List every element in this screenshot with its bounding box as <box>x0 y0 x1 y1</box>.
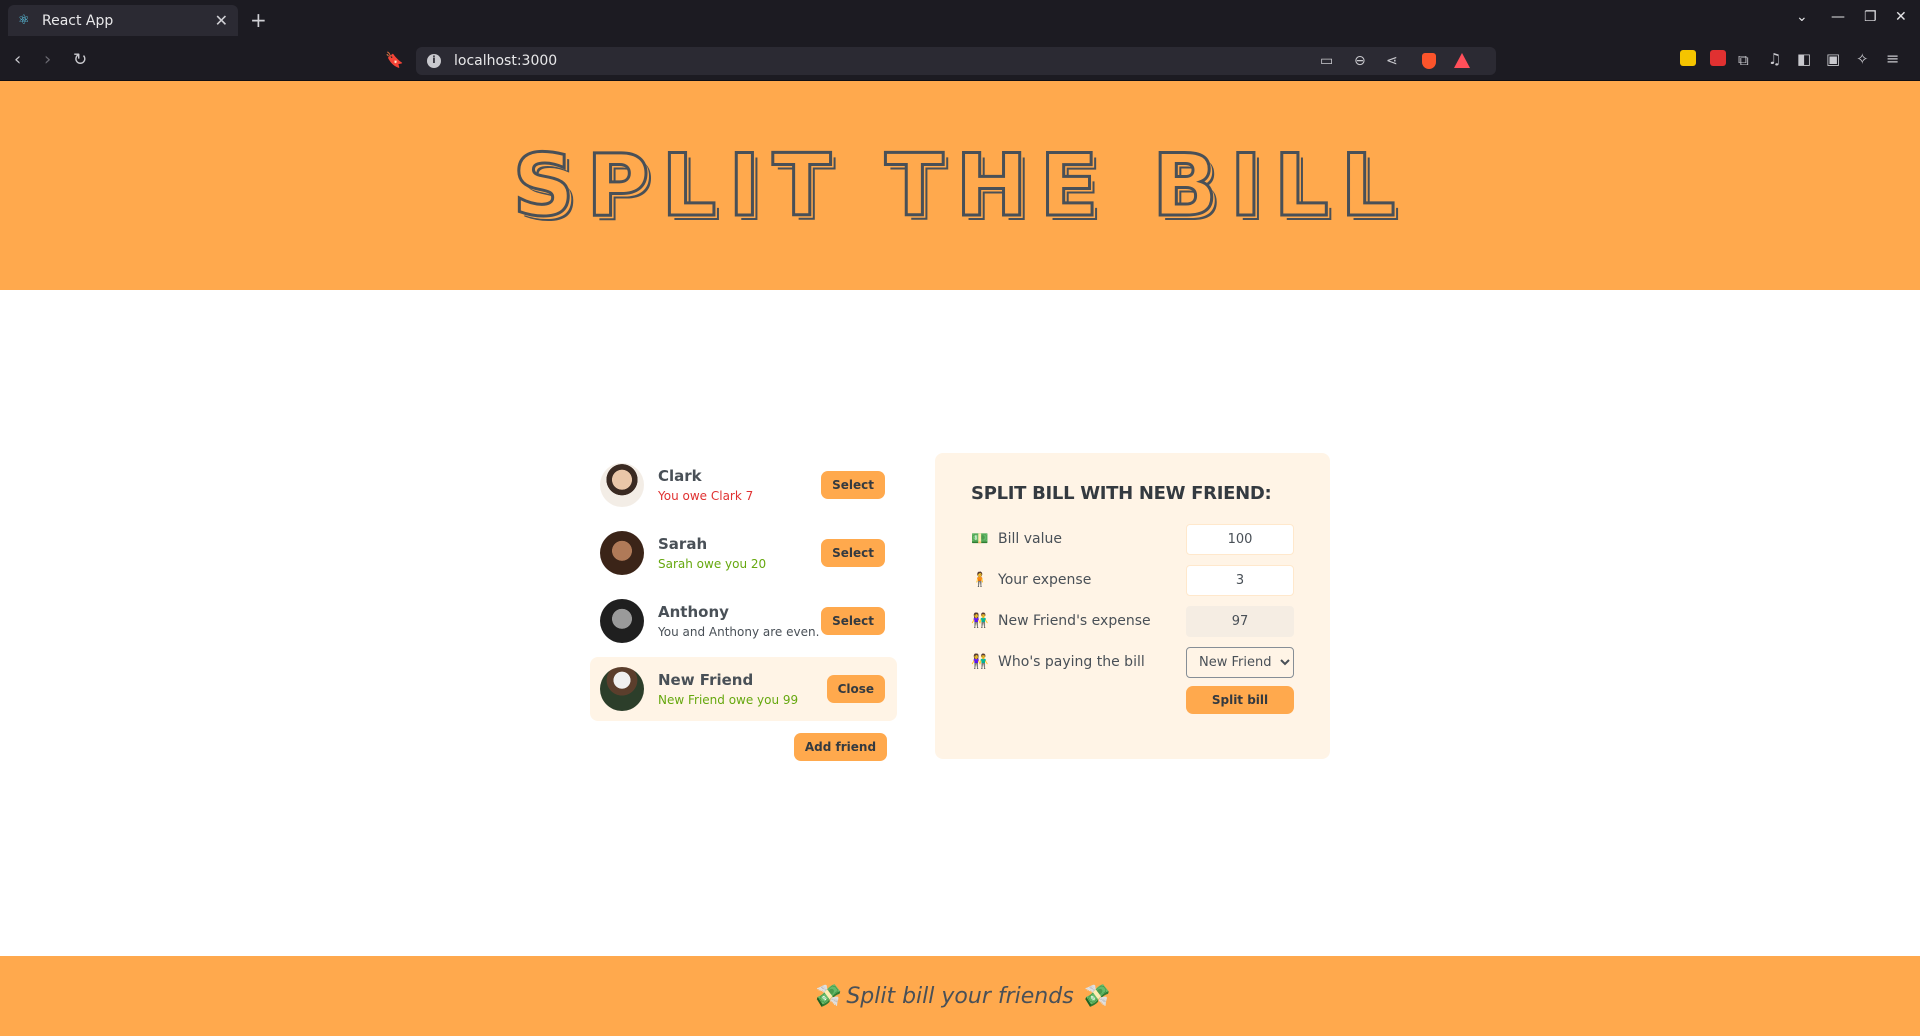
form-title: SPLIT BILL WITH NEW FRIEND: <box>971 483 1272 504</box>
friends-sidebar: Clark You owe Clark 7 Select Sarah Sarah… <box>590 453 898 761</box>
your-expense-row: 🧍 Your expense <box>971 563 1294 597</box>
react-atom-icon: ⚛ <box>18 12 30 28</box>
payer-label: Who's paying the bill <box>998 654 1145 670</box>
split-bill-form: SPLIT BILL WITH NEW FRIEND: 💵 Bill value… <box>935 453 1330 759</box>
avatar <box>600 667 644 711</box>
zoom-icon[interactable]: ⊖ <box>1354 53 1366 69</box>
minimize-icon[interactable]: — <box>1831 9 1845 25</box>
sidebar-toggle-icon[interactable]: ◧ <box>1797 49 1811 69</box>
maximize-icon[interactable]: ❐ <box>1864 9 1877 25</box>
friend-name: New Friend <box>658 671 754 689</box>
couple-icon: 👫 <box>971 613 989 629</box>
friend-item-new-friend: New Friend New Friend owe you 99 Close <box>590 657 898 721</box>
friend-item-anthony: Anthony You and Anthony are even. Select <box>590 589 897 653</box>
address-bar[interactable]: i localhost:3000 ▭ ⊖ ⋖ <box>416 47 1496 75</box>
bill-value-label: Bill value <box>998 531 1062 547</box>
payer-select[interactable]: New Friend <box>1186 646 1294 678</box>
close-friend-button[interactable]: Close <box>826 675 886 703</box>
friend-name: Clark <box>658 467 702 485</box>
friend-item-sarah: Sarah Sarah owe you 20 Select <box>590 521 897 585</box>
avatar <box>600 599 644 643</box>
page-footer: 💸 Split bill your friends 💸 <box>0 956 1920 1036</box>
friend-balance: Sarah owe you 20 <box>658 557 767 571</box>
friend-expense-input <box>1186 605 1294 637</box>
person-icon: 🧍 <box>971 572 989 588</box>
screenshot-extension-icon[interactable] <box>1710 50 1726 66</box>
friend-name: Anthony <box>658 603 729 621</box>
avatar <box>600 463 644 507</box>
browser-tab-bar: ⚛ React App ✕ + ⌄ — ❐ ✕ <box>0 0 1920 40</box>
friend-balance: You owe Clark 7 <box>658 489 754 503</box>
tab-title: React App <box>42 12 114 29</box>
brave-shields-icon[interactable] <box>1422 53 1436 69</box>
bill-value-input[interactable] <box>1186 523 1294 555</box>
friend-expense-label: New Friend's expense <box>998 613 1151 629</box>
your-expense-label: Your expense <box>998 572 1092 588</box>
page-header: SPLIT THE BILL <box>0 81 1920 290</box>
site-info-icon[interactable]: i <box>427 54 441 68</box>
footer-text: 💸 Split bill your friends 💸 <box>811 983 1109 1009</box>
close-tab-icon[interactable]: ✕ <box>215 11 228 30</box>
brave-rewards-icon[interactable] <box>1454 53 1470 68</box>
browser-toolbar: ‹ › ↻ 🔖 i localhost:3000 ▭ ⊖ ⋖ <box>0 40 1920 81</box>
tab-list-chevron-icon[interactable]: ⌄ <box>1796 9 1808 25</box>
friend-name: Sarah <box>658 535 708 553</box>
friend-balance: You and Anthony are even. <box>658 625 820 639</box>
reload-icon[interactable]: ↻ <box>73 50 87 70</box>
money-icon: 💵 <box>971 531 989 547</box>
avatar <box>600 531 644 575</box>
sticky-notes-extension-icon[interactable] <box>1680 50 1696 66</box>
add-friend-button[interactable]: Add friend <box>793 733 888 761</box>
wallet-icon[interactable]: ▣ <box>1826 49 1840 69</box>
app-main: Clark You owe Clark 7 Select Sarah Sarah… <box>590 453 1330 761</box>
friend-balance: New Friend owe you 99 <box>658 693 799 707</box>
your-expense-input[interactable] <box>1186 564 1294 596</box>
back-icon[interactable]: ‹ <box>14 50 21 70</box>
bill-value-row: 💵 Bill value <box>971 522 1294 556</box>
cast-icon[interactable]: ▭ <box>1320 53 1333 69</box>
bookmark-icon[interactable]: 🔖 <box>385 50 404 70</box>
new-tab-button[interactable]: + <box>250 8 267 32</box>
media-music-icon[interactable]: ♫ <box>1768 49 1781 69</box>
select-friend-button[interactable]: Select <box>821 471 886 499</box>
forward-icon[interactable]: › <box>44 50 51 70</box>
extensions-puzzle-icon[interactable]: ⧉ <box>1738 50 1749 70</box>
share-icon[interactable]: ⋖ <box>1386 53 1398 69</box>
friend-expense-row: 👫 New Friend's expense <box>971 604 1294 638</box>
select-friend-button[interactable]: Select <box>821 539 886 567</box>
page-title: SPLIT THE BILL <box>511 134 1408 237</box>
leo-ai-icon[interactable]: ✧ <box>1856 49 1869 69</box>
menu-hamburger-icon[interactable]: ≡ <box>1886 49 1899 69</box>
select-friend-button[interactable]: Select <box>821 607 886 635</box>
split-bill-button[interactable]: Split bill <box>1186 686 1294 714</box>
url-text[interactable]: localhost:3000 <box>454 53 557 69</box>
friend-item-clark: Clark You owe Clark 7 Select <box>590 453 897 517</box>
close-window-icon[interactable]: ✕ <box>1895 9 1907 25</box>
browser-tab[interactable]: ⚛ React App ✕ <box>8 5 238 36</box>
friends-list: Clark You owe Clark 7 Select Sarah Sarah… <box>590 453 898 721</box>
couple-icon: 👫 <box>971 654 989 670</box>
payer-row: 👫 Who's paying the bill New Friend <box>971 645 1294 679</box>
